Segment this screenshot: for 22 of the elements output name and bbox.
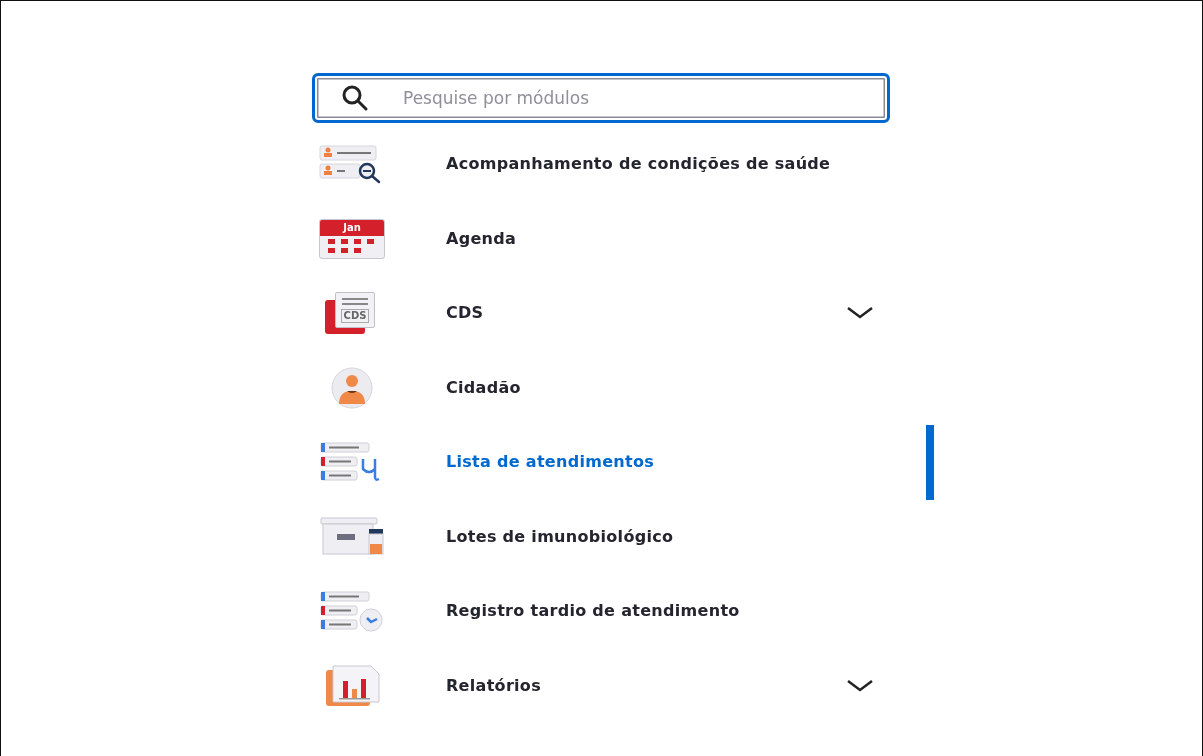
- module-item[interactable]: Jan Agenda: [312, 201, 934, 276]
- module-label: Cidadão: [446, 376, 522, 399]
- calendar-icon: Jan: [319, 218, 385, 259]
- module-item[interactable]: Lotes de imunobiológico: [312, 499, 934, 574]
- module-item[interactable]: Acompanhamento de condições de saúde: [312, 127, 934, 202]
- module-label: Lotes de imunobiológico: [446, 525, 675, 548]
- module-label: CDS: [446, 302, 485, 325]
- module-item[interactable]: Registro tardio de atendimento: [312, 574, 934, 649]
- list-clock-icon: [319, 590, 385, 633]
- module-label: Agenda: [446, 227, 518, 250]
- module-item[interactable]: Relatórios: [312, 648, 934, 723]
- chevron-down-icon[interactable]: [846, 678, 874, 693]
- module-label: Lista de atendimentos: [446, 451, 656, 474]
- search-field[interactable]: Pesquise por módulos: [312, 73, 890, 123]
- chevron-down-icon[interactable]: [846, 306, 874, 321]
- module-label: Registro tardio de atendimento: [446, 600, 741, 623]
- box-vial-icon: [319, 515, 385, 558]
- module-item[interactable]: Cidadão: [312, 350, 934, 425]
- module-label: Acompanhamento de condições de saúde: [446, 153, 832, 176]
- module-label: Relatórios: [446, 674, 542, 697]
- module-item[interactable]: Lista de atendimentos: [312, 425, 934, 500]
- module-item[interactable]: CDS CDS: [312, 276, 934, 351]
